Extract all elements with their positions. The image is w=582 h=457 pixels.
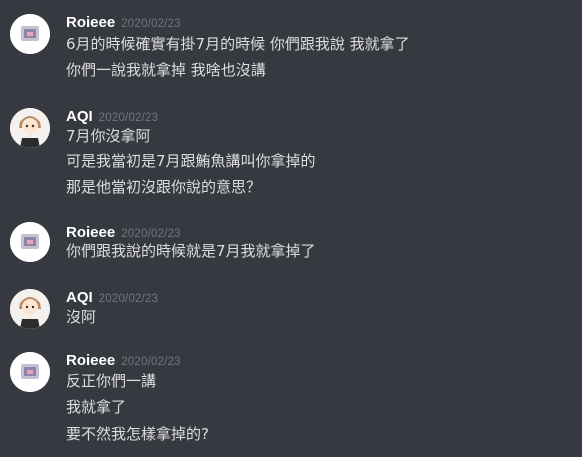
- message-header: AQI 2020/02/23: [66, 106, 158, 126]
- aqi-avatar-icon[interactable]: [10, 289, 50, 329]
- message-header: Roieee 2020/02/23: [66, 222, 181, 242]
- message-text: 你們跟我說的時候就是7月我就拿掉了: [66, 242, 316, 260]
- timestamp: 2020/02/23: [121, 356, 181, 368]
- roieee-avatar-icon[interactable]: [10, 352, 50, 392]
- message-header: Roieee 2020/02/23: [66, 350, 181, 370]
- message-text: 可是我當初是7月跟鮪魚講叫你拿掉的: [66, 152, 316, 170]
- message-text: 你們一說我就拿掉 我啥也沒講: [66, 61, 266, 79]
- message-text: 沒阿: [66, 308, 97, 326]
- timestamp: 2020/02/23: [98, 293, 159, 305]
- timestamp: 2020/02/23: [98, 112, 159, 124]
- message-text: 7月你沒拿阿: [66, 127, 151, 145]
- timestamp: 2020/02/23: [121, 228, 181, 240]
- roieee-avatar-icon[interactable]: [10, 14, 50, 54]
- message-header: Roieee 2020/02/23: [66, 12, 181, 32]
- username[interactable]: Roieee: [66, 14, 115, 31]
- aqi-avatar-icon[interactable]: [10, 108, 50, 148]
- message-text: 反正你們一講: [66, 372, 157, 390]
- username[interactable]: AQI: [66, 108, 93, 125]
- message-text: 我就拿了: [66, 398, 127, 416]
- timestamp: 2020/02/23: [121, 18, 181, 30]
- message-header: AQI 2020/02/23: [66, 287, 158, 307]
- username[interactable]: AQI: [66, 289, 93, 306]
- username[interactable]: Roieee: [66, 352, 115, 369]
- message-text: 要不然我怎樣拿掉的?: [66, 425, 209, 443]
- message-text: 那是他當初沒跟你說的意思？: [66, 178, 262, 196]
- username[interactable]: Roieee: [66, 224, 115, 241]
- chat-messages: Roieee 2020/02/23 6月的時候確實有掛7月的時候 你們跟我說 我就…: [0, 0, 582, 457]
- roieee-avatar-icon[interactable]: [10, 222, 50, 262]
- message-text: 6月的時候確實有掛7月的時候 你們跟我說 我就拿了: [66, 35, 410, 53]
